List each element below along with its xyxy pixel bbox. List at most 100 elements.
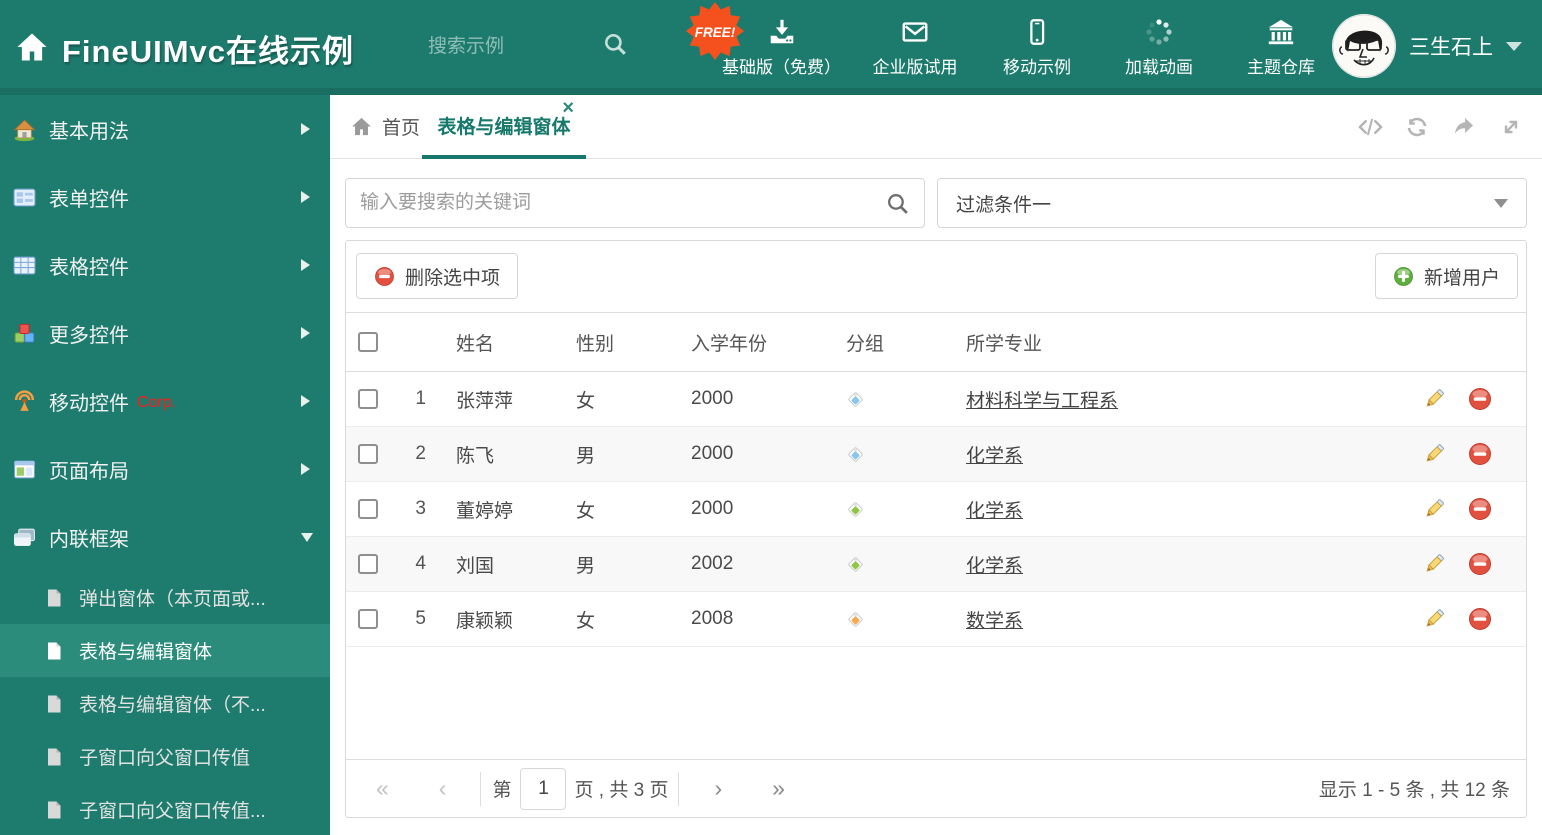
delete-icon[interactable] <box>1468 607 1492 631</box>
delete-icon[interactable] <box>1468 442 1492 466</box>
grid-toolbar: 删除选中项 新增用户 <box>346 241 1526 312</box>
major-link[interactable]: 材料科学与工程系 <box>966 391 1118 412</box>
antenna-icon <box>12 389 37 414</box>
sidebar-subitem-child-to-parent[interactable]: 子窗口向父窗口传值 <box>0 730 330 783</box>
search-icon[interactable] <box>602 31 628 57</box>
row-checkbox[interactable] <box>358 554 378 574</box>
chevron-right-icon <box>301 191 310 203</box>
major-link[interactable]: 化学系 <box>966 556 1023 577</box>
sidebar-item-form-controls[interactable]: 表单控件 <box>0 163 330 231</box>
chevron-right-icon <box>301 395 310 407</box>
grid-panel: 删除选中项 新增用户 姓名 性别 入学年份 分组 所学专业 1 张萍萍 女 20… <box>345 240 1527 818</box>
tag-icon <box>846 445 865 464</box>
table-row: 4 刘国 男 2002 化学系 <box>346 537 1526 592</box>
layout-icon <box>12 457 37 482</box>
main-content: 首页 表格与编辑窗体 × 输入要搜索的关键词 过滤条件一 删除选中项 新增用户 … <box>330 95 1542 835</box>
cell-gender: 男 <box>576 555 596 577</box>
table-row: 2 陈飞 男 2000 化学系 <box>346 427 1526 482</box>
major-link[interactable]: 化学系 <box>966 501 1023 522</box>
nav-loading-animations[interactable]: 加载动画 <box>1111 17 1207 78</box>
header-nav: 基础版（免费） 企业版试用 移动示例 加载动画 主题仓库 <box>722 0 1329 95</box>
edit-icon[interactable] <box>1422 442 1446 466</box>
row-number: 3 <box>415 498 426 519</box>
row-checkbox[interactable] <box>358 389 378 409</box>
sidebar-item-page-layout[interactable]: 页面布局 <box>0 435 330 503</box>
edit-icon[interactable] <box>1422 552 1446 576</box>
page-number-input[interactable] <box>520 767 567 810</box>
row-checkbox[interactable] <box>358 499 378 519</box>
svg-text:FREE!: FREE! <box>695 25 736 40</box>
major-link[interactable]: 化学系 <box>966 446 1023 467</box>
search-icon[interactable] <box>885 191 910 216</box>
app-header: FineUIMvc在线示例 FREE! 基础版（免费） 企业版试用 <box>0 0 1542 95</box>
caret-down-icon <box>1494 198 1508 208</box>
last-page-icon[interactable]: » <box>772 777 785 800</box>
row-checkbox[interactable] <box>358 609 378 629</box>
user-menu[interactable]: 三生石上 <box>1332 14 1522 78</box>
row-checkbox[interactable] <box>358 444 378 464</box>
edit-icon[interactable] <box>1422 607 1446 631</box>
edit-icon[interactable] <box>1422 387 1446 411</box>
sidebar-item-basic-usage[interactable]: 基本用法 <box>0 95 330 163</box>
nav-mobile-examples[interactable]: 移动示例 <box>989 17 1085 78</box>
sidebar-subitem-label: 表格与编辑窗体（不... <box>79 695 266 716</box>
envelope-icon <box>899 17 931 47</box>
app-title: FineUIMvc在线示例 <box>62 34 355 69</box>
filter-dropdown[interactable]: 过滤条件一 <box>937 178 1527 228</box>
first-page-icon[interactable]: « <box>376 777 389 800</box>
keyword-search-input[interactable] <box>360 192 885 214</box>
sidebar-item-grid-controls[interactable]: 表格控件 <box>0 231 330 299</box>
home-icon[interactable] <box>14 29 50 65</box>
mobile-icon <box>1021 17 1053 47</box>
cell-name: 董婷婷 <box>456 500 514 522</box>
tab-tools <box>1358 95 1524 158</box>
column-header-year: 入学年份 <box>691 333 768 355</box>
delete-selected-button[interactable]: 删除选中项 <box>356 253 519 299</box>
tab-home[interactable]: 首页 <box>350 95 420 158</box>
nav-theme-store[interactable]: 主题仓库 <box>1233 17 1329 78</box>
expand-icon[interactable] <box>1499 115 1524 139</box>
caret-down-icon <box>1506 41 1522 51</box>
sidebar-subitem-grid-edit-window[interactable]: 表格与编辑窗体 <box>0 624 330 677</box>
close-icon[interactable]: × <box>562 98 574 118</box>
cell-year: 2000 <box>691 498 734 519</box>
chevron-right-icon <box>301 463 310 475</box>
delete-icon[interactable] <box>1468 552 1492 576</box>
add-user-button[interactable]: 新增用户 <box>1374 253 1518 299</box>
delete-icon[interactable] <box>1468 387 1492 411</box>
cell-gender: 男 <box>576 445 596 467</box>
source-code-icon[interactable] <box>1358 115 1383 139</box>
sidebar-subitem-child-to-parent-2[interactable]: 子窗口向父窗口传值... <box>0 783 330 835</box>
nav-enterprise-trial[interactable]: 企业版试用 <box>867 17 963 78</box>
header-search-input[interactable] <box>428 30 593 64</box>
cell-gender: 女 <box>576 610 596 632</box>
free-badge: FREE! <box>686 2 744 60</box>
tab-grid-edit-window[interactable]: 表格与编辑窗体 × <box>422 95 586 159</box>
cubes-icon <box>12 321 37 346</box>
cell-year: 2000 <box>691 443 734 464</box>
sidebar-item-more-controls[interactable]: 更多控件 <box>0 299 330 367</box>
next-page-icon[interactable]: › <box>714 777 722 800</box>
table-row: 5 康颖颖 女 2008 数学系 <box>346 592 1526 647</box>
page-suffix: 页 , 共 3 页 <box>574 780 669 801</box>
cell-name: 张萍萍 <box>456 390 514 412</box>
prev-page-icon[interactable]: ‹ <box>439 777 447 800</box>
edit-icon[interactable] <box>1422 497 1446 521</box>
delete-icon[interactable] <box>1468 497 1492 521</box>
sidebar-item-mobile-controls[interactable]: 移动控件 Corp. <box>0 367 330 435</box>
house-icon <box>12 117 37 142</box>
chevron-right-icon <box>301 259 310 271</box>
sidebar-item-iframe[interactable]: 内联框架 <box>0 503 330 571</box>
major-link[interactable]: 数学系 <box>966 611 1023 632</box>
sidebar-subitem-label: 子窗口向父窗口传值 <box>79 748 251 769</box>
share-icon[interactable] <box>1452 115 1477 139</box>
sidebar-subitem-grid-edit-window-2[interactable]: 表格与编辑窗体（不... <box>0 677 330 730</box>
cell-year: 2002 <box>691 553 734 574</box>
file-icon <box>44 747 64 767</box>
column-header-gender: 性别 <box>576 333 615 355</box>
pager-divider <box>678 771 680 806</box>
tab-bar: 首页 表格与编辑窗体 × <box>330 95 1542 159</box>
select-all-checkbox[interactable] <box>358 332 378 352</box>
refresh-icon[interactable] <box>1405 115 1430 139</box>
sidebar-subitem-popup-window[interactable]: 弹出窗体（本页面或... <box>0 571 330 624</box>
